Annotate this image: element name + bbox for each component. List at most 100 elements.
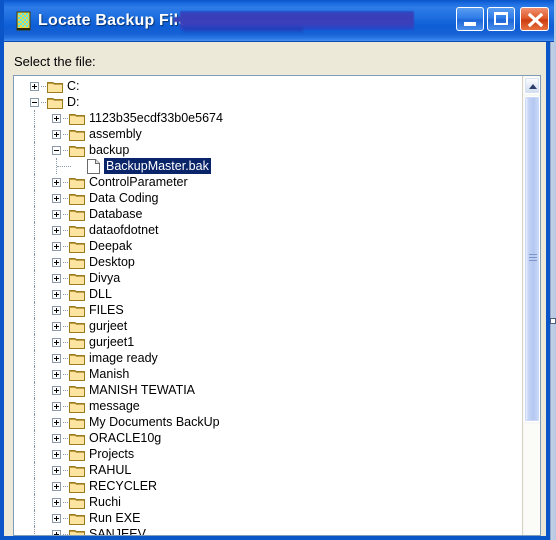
tree-item[interactable]: gurjeet (14, 318, 522, 334)
folder-icon (69, 176, 85, 189)
tree-item-label: Deepak (89, 239, 133, 253)
expand-toggle-plus[interactable] (52, 450, 61, 459)
tree-guide-line (34, 382, 35, 398)
tree-item[interactable]: Deepak (14, 238, 522, 254)
folder-icon (69, 448, 85, 461)
expand-toggle-plus[interactable] (52, 482, 61, 491)
tree-item[interactable]: ORACLE10g (14, 430, 522, 446)
expand-toggle-plus[interactable] (52, 306, 61, 315)
tree-item[interactable]: Ruchi (14, 494, 522, 510)
expand-toggle-plus[interactable] (52, 354, 61, 363)
tree-guide-line (34, 398, 35, 414)
title-bar[interactable]: Locate Backup File - (4, 0, 554, 42)
tree-item[interactable]: message (14, 398, 522, 414)
tree-item-label: RECYCLER (89, 479, 158, 493)
expand-toggle-plus[interactable] (52, 514, 61, 523)
expand-toggle-plus[interactable] (52, 322, 61, 331)
expand-toggle-plus[interactable] (52, 274, 61, 283)
tree-item[interactable]: RECYCLER (14, 478, 522, 494)
tree-item-label: ControlParameter (89, 175, 188, 189)
tree-item[interactable]: Database (14, 206, 522, 222)
expand-toggle-plus[interactable] (52, 386, 61, 395)
tree-item[interactable]: DLL (14, 286, 522, 302)
maximize-button[interactable] (487, 7, 515, 31)
tree-item[interactable]: Manish (14, 366, 522, 382)
folder-icon (69, 336, 85, 349)
folder-icon (69, 192, 85, 205)
scroll-up-button[interactable] (524, 77, 540, 94)
expand-toggle-plus[interactable] (52, 338, 61, 347)
chevron-up-icon (529, 84, 537, 89)
expand-toggle-plus[interactable] (52, 210, 61, 219)
vertical-scrollbar[interactable] (522, 76, 540, 535)
expand-toggle-plus[interactable] (52, 290, 61, 299)
folder-icon (69, 384, 85, 397)
tree-item[interactable]: image ready (14, 350, 522, 366)
tree-item[interactable]: D: (14, 94, 522, 110)
tree-item[interactable]: FILES (14, 302, 522, 318)
tree-guide-line (34, 190, 35, 206)
tree-item-label: Ruchi (89, 495, 121, 509)
tree-item[interactable]: BackupMaster.bak (14, 158, 522, 174)
folder-icon (69, 208, 85, 221)
tree-item-label: MANISH TEWATIA (89, 383, 196, 397)
tree-item[interactable]: gurjeet1 (14, 334, 522, 350)
scrollbar-thumb[interactable] (524, 96, 540, 422)
expand-toggle-plus[interactable] (52, 418, 61, 427)
expand-toggle-plus[interactable] (52, 530, 61, 535)
expand-toggle-plus[interactable] (52, 226, 61, 235)
tree-item[interactable]: dataofdotnet (14, 222, 522, 238)
expand-toggle-plus[interactable] (52, 498, 61, 507)
folder-icon (69, 320, 85, 333)
folder-icon (69, 368, 85, 381)
tree-guide-line (34, 238, 35, 254)
tree-item[interactable]: SANJEEV (14, 526, 522, 535)
expand-toggle-plus[interactable] (52, 178, 61, 187)
expand-toggle-plus[interactable] (52, 194, 61, 203)
tree-item[interactable]: Run EXE (14, 510, 522, 526)
tree-item[interactable]: C: (14, 78, 522, 94)
minimize-button[interactable] (456, 7, 484, 31)
file-tree[interactable]: C: D: 1123b35ecdf33b0e5674 assembly backup Ba… (14, 78, 522, 535)
tree-item[interactable]: backup (14, 142, 522, 158)
expand-toggle-plus[interactable] (52, 130, 61, 139)
folder-icon (69, 416, 85, 429)
tree-guide-line (34, 510, 35, 526)
tree-item[interactable]: MANISH TEWATIA (14, 382, 522, 398)
close-button[interactable] (520, 7, 549, 31)
minimize-icon (464, 22, 476, 26)
tree-item[interactable]: RAHUL (14, 462, 522, 478)
expand-toggle-plus[interactable] (52, 242, 61, 251)
tree-guide-line (34, 270, 35, 286)
tree-item[interactable]: assembly (14, 126, 522, 142)
tree-item-label: C: (67, 79, 80, 93)
expand-toggle-plus[interactable] (52, 114, 61, 123)
tree-item[interactable]: Desktop (14, 254, 522, 270)
tree-item[interactable]: Divya (14, 270, 522, 286)
file-tree-panel: C: D: 1123b35ecdf33b0e5674 assembly backup Ba… (13, 75, 541, 536)
expand-toggle-plus[interactable] (30, 82, 39, 91)
tree-item[interactable]: 1123b35ecdf33b0e5674 (14, 110, 522, 126)
tree-item[interactable]: My Documents BackUp (14, 414, 522, 430)
expand-toggle-plus[interactable] (52, 370, 61, 379)
file-icon (87, 159, 100, 174)
tree-item[interactable]: ControlParameter (14, 174, 522, 190)
tree-item-label: Projects (89, 447, 135, 461)
folder-icon (69, 464, 85, 477)
tree-item-label: DLL (89, 287, 112, 301)
tree-item-label: Data Coding (89, 191, 159, 205)
collapse-toggle-minus[interactable] (52, 146, 61, 155)
scrollbar-track[interactable] (524, 424, 540, 535)
collapse-toggle-minus[interactable] (30, 98, 39, 107)
expand-toggle-plus[interactable] (52, 402, 61, 411)
folder-icon (69, 432, 85, 445)
tree-item-label: Divya (89, 271, 121, 285)
expand-toggle-plus[interactable] (52, 434, 61, 443)
tree-item-label: dataofdotnet (89, 223, 159, 237)
window-title-redacted (174, 11, 414, 30)
tree-item[interactable]: Data Coding (14, 190, 522, 206)
tree-item[interactable]: Projects (14, 446, 522, 462)
expand-toggle-plus[interactable] (52, 466, 61, 475)
expand-toggle-plus[interactable] (52, 258, 61, 267)
tree-item-label: image ready (89, 351, 158, 365)
